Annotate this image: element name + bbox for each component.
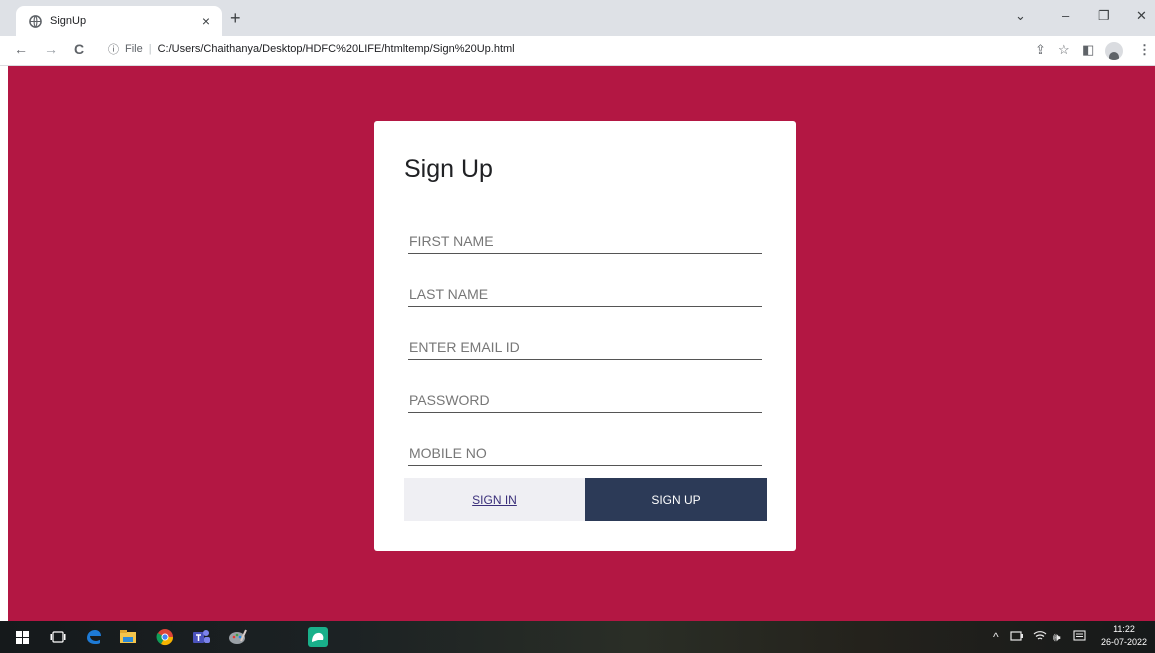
paint-icon[interactable] (228, 627, 248, 647)
windows-start-icon[interactable] (12, 627, 32, 647)
file-explorer-icon[interactable] (118, 627, 138, 647)
mobile-field[interactable] (408, 428, 762, 466)
chrome-icon[interactable] (155, 627, 175, 647)
windows-taskbar: ^ 🕪 11:22 26-07-2022 (0, 621, 1155, 653)
browser-toolbar: ← → C ⓘ File | C:/Users/Chaithanya/Deskt… (0, 36, 1155, 66)
bookmark-star-icon[interactable]: ☆ (1058, 42, 1070, 58)
address-separator: | (148, 43, 152, 55)
forward-button[interactable]: → (44, 41, 58, 57)
close-window-button[interactable]: ✕ (1136, 8, 1147, 24)
new-tab-button[interactable]: + (230, 9, 241, 27)
browser-tab-bar: SignUp × + ⌄ – ❐ ✕ (0, 0, 1155, 36)
battery-icon[interactable] (1010, 630, 1024, 644)
tray-chevron-icon[interactable]: ^ (993, 630, 999, 644)
signup-card: Sign Up SIGN IN SIGN UP (374, 121, 796, 551)
tab-close-icon[interactable]: × (198, 13, 214, 29)
first-name-input[interactable] (408, 216, 762, 253)
task-view-icon[interactable] (48, 627, 68, 647)
volume-icon[interactable]: 🕪 (1053, 630, 1061, 645)
url-text[interactable]: C:/Users/Chaithanya/Desktop/HDFC%20LIFE/… (158, 43, 515, 55)
scheme-label: File (125, 43, 143, 55)
clock-date: 26-07-2022 (1100, 637, 1148, 647)
browser-tab[interactable]: SignUp × (16, 6, 222, 36)
mobile-input[interactable] (408, 428, 762, 465)
email-field[interactable] (408, 322, 762, 360)
app-icon[interactable] (308, 627, 328, 647)
form-title: Sign Up (404, 155, 493, 183)
address-bar[interactable]: ⓘ File | C:/Users/Chaithanya/Desktop/HDF… (108, 41, 515, 57)
profile-avatar-icon[interactable] (1105, 42, 1123, 60)
side-panel-icon[interactable]: ◧ (1082, 42, 1094, 58)
info-icon[interactable]: ⓘ (108, 41, 119, 57)
system-clock[interactable]: 11:22 26-07-2022 (1098, 623, 1150, 649)
last-name-field[interactable] (408, 269, 762, 307)
form-button-row: SIGN IN SIGN UP (404, 478, 767, 521)
tab-search-icon[interactable]: ⌄ (1015, 8, 1026, 24)
notification-icon[interactable] (1073, 630, 1086, 646)
email-input[interactable] (408, 322, 762, 359)
restore-button[interactable]: ❐ (1098, 8, 1110, 24)
sign-up-button[interactable]: SIGN UP (585, 478, 767, 521)
wifi-icon[interactable] (1033, 630, 1047, 644)
password-field[interactable] (408, 375, 762, 413)
globe-icon (28, 14, 42, 28)
teams-icon[interactable] (192, 627, 212, 647)
reload-button[interactable]: C (74, 41, 84, 57)
edge-icon[interactable] (83, 627, 103, 647)
last-name-input[interactable] (408, 269, 762, 306)
share-icon[interactable]: ⇪ (1035, 42, 1046, 58)
minimize-button[interactable]: – (1062, 8, 1069, 23)
clock-time: 11:22 (1113, 624, 1135, 634)
page-viewport: Sign Up SIGN IN SIGN UP (8, 66, 1155, 621)
sign-in-link[interactable]: SIGN IN (404, 478, 585, 521)
first-name-field[interactable] (408, 216, 762, 254)
password-input[interactable] (408, 375, 762, 412)
tab-title: SignUp (50, 15, 87, 27)
back-button[interactable]: ← (14, 41, 28, 57)
menu-kebab-icon[interactable]: ⋮ (1138, 42, 1151, 58)
